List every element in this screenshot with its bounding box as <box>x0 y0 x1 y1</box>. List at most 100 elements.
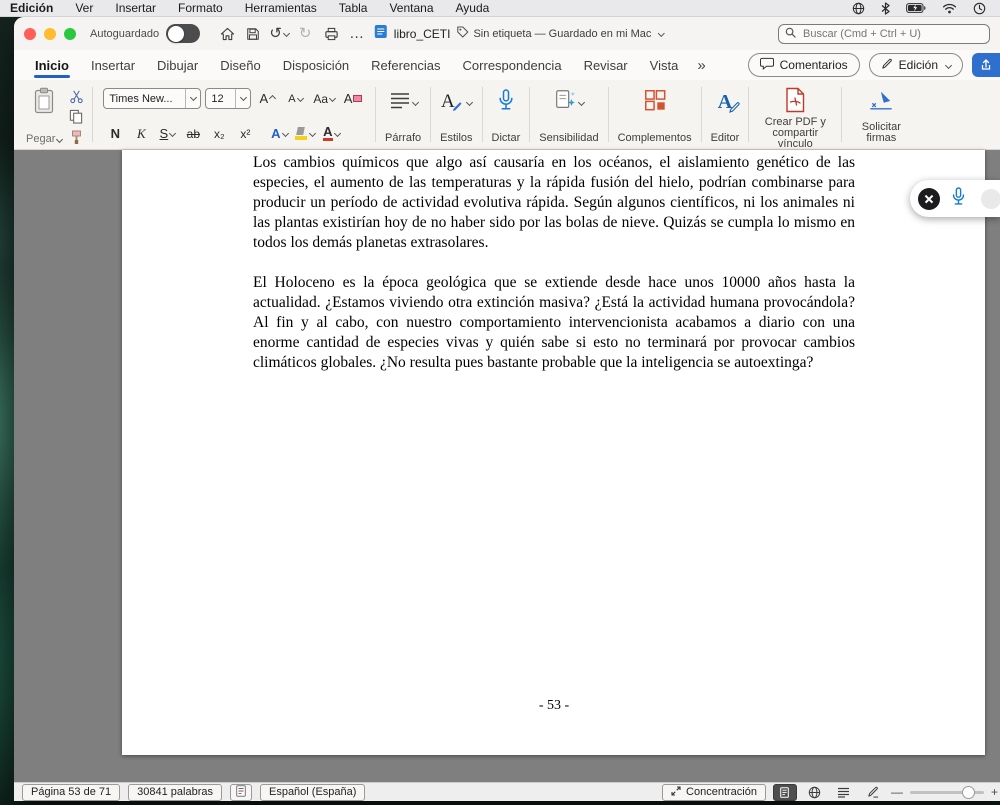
document-status[interactable]: Sin etiqueta — Guardado en mi Mac <box>456 26 665 41</box>
menu-edicion[interactable]: Edición <box>0 1 64 15</box>
menu-ver[interactable]: Ver <box>64 1 104 15</box>
highlight-button[interactable] <box>293 124 317 143</box>
tab-disposicion[interactable]: Disposición <box>272 50 360 80</box>
group-divider <box>841 87 843 142</box>
clock-icon[interactable] <box>973 2 986 15</box>
word-count-chip[interactable]: 30841 palabras <box>128 783 222 801</box>
microphone-icon <box>496 88 516 117</box>
tab-revisar[interactable]: Revisar <box>573 50 639 80</box>
zoom-out-button[interactable]: — <box>891 785 903 799</box>
menu-ventana[interactable]: Ventana <box>378 1 444 15</box>
create-pdf-button[interactable]: Crear PDF y compartir vínculo <box>751 80 839 150</box>
shrink-font-button[interactable]: A <box>283 89 307 108</box>
proofing-status-chip[interactable] <box>229 783 252 801</box>
language-chip[interactable]: Español (España) <box>259 783 366 801</box>
underline-button[interactable]: S <box>155 124 179 143</box>
editor-button[interactable]: A Editor <box>704 80 747 149</box>
autosave-toggle[interactable] <box>166 24 201 43</box>
bluetooth-icon[interactable] <box>881 1 890 15</box>
dictation-floating-widget <box>910 180 1000 217</box>
edit-mode-button[interactable]: Edición <box>868 53 963 77</box>
save-icon-button[interactable] <box>240 23 266 45</box>
grow-font-button[interactable]: A <box>255 89 279 108</box>
menu-tabla[interactable]: Tabla <box>328 1 379 15</box>
document-title[interactable]: libro_CETI <box>394 27 451 41</box>
text-effects-glyph: A <box>271 126 281 141</box>
draft-view-button[interactable] <box>833 785 855 800</box>
dictate-button[interactable]: Dictar <box>485 80 528 149</box>
font-name-chevron-icon[interactable] <box>185 89 200 108</box>
font-size-chevron-icon[interactable] <box>235 89 250 108</box>
italic-button[interactable]: K <box>129 124 153 143</box>
font-size-select[interactable]: 12 <box>205 88 252 109</box>
language-globe-icon[interactable] <box>852 2 865 15</box>
tab-diseno[interactable]: Diseño <box>209 50 271 80</box>
paste-button[interactable]: Pegar <box>26 86 64 145</box>
strikethrough-button[interactable]: ab <box>181 124 205 143</box>
home-button[interactable] <box>214 23 240 45</box>
tab-vista[interactable]: Vista <box>639 50 690 80</box>
menu-ayuda[interactable]: Ayuda <box>445 1 501 15</box>
comments-button[interactable]: Comentarios <box>747 53 860 77</box>
wifi-icon[interactable] <box>942 3 957 14</box>
format-painter-button[interactable] <box>66 130 86 145</box>
tab-dibujar[interactable]: Dibujar <box>146 50 209 80</box>
share-button[interactable] <box>972 53 1000 77</box>
addins-button[interactable]: Complementos <box>611 80 699 149</box>
menu-insertar[interactable]: Insertar <box>104 1 167 15</box>
paragraph[interactable]: Los cambios químicos que algo así causar… <box>253 153 855 253</box>
font-name-select[interactable]: Times New... <box>103 88 202 109</box>
paragraph[interactable]: El Holoceno es la época geológica que se… <box>253 273 855 373</box>
copy-button[interactable] <box>66 109 86 125</box>
superscript-button[interactable]: x² <box>233 124 257 143</box>
paragraph-group-button[interactable]: Párrafo <box>378 80 428 149</box>
sensitivity-button[interactable]: Sensibilidad <box>532 80 605 149</box>
minimize-window-button[interactable] <box>44 27 56 40</box>
zoom-in-button[interactable]: + <box>991 785 998 799</box>
bold-button[interactable]: N <box>103 124 127 143</box>
dictation-mic-icon[interactable] <box>950 186 967 212</box>
subscript-button[interactable]: x₂ <box>207 124 231 143</box>
create-pdf-label: Crear PDF y compartir vínculo <box>764 116 826 150</box>
print-button[interactable] <box>318 23 344 45</box>
font-color-button[interactable]: A <box>319 124 343 143</box>
tab-correspondencia[interactable]: Correspondencia <box>452 50 573 80</box>
cut-button[interactable] <box>66 89 86 104</box>
zoom-slider[interactable] <box>909 786 984 799</box>
dictation-close-button[interactable] <box>918 187 940 210</box>
clear-formatting-button[interactable]: A <box>341 89 365 108</box>
editor-icon: A <box>718 91 740 114</box>
styles-group-button[interactable]: A Estilos <box>433 80 479 149</box>
more-commands-button[interactable]: … <box>344 23 370 45</box>
paste-chevron-icon <box>56 135 64 143</box>
change-case-glyph: Aa <box>313 91 329 106</box>
menu-herramientas[interactable]: Herramientas <box>234 1 328 15</box>
focus-mode-button[interactable]: Concentración <box>662 783 766 801</box>
highlight-chevron-icon <box>309 129 317 138</box>
tab-insertar[interactable]: Insertar <box>80 50 146 80</box>
tab-referencias[interactable]: Referencias <box>360 50 451 80</box>
menu-formato[interactable]: Formato <box>167 1 234 15</box>
page-indicator-chip[interactable]: Página 53 de 71 <box>22 783 121 801</box>
redo-icon: ↻ <box>298 25 312 42</box>
battery-icon[interactable] <box>906 3 926 13</box>
close-window-button[interactable] <box>24 27 36 40</box>
tab-overflow-chevron-icon[interactable]: » <box>689 57 713 74</box>
dictation-settings-icon[interactable] <box>981 188 1000 209</box>
search-input[interactable] <box>801 26 983 41</box>
undo-button[interactable]: ↺ <box>266 23 292 45</box>
undo-dropdown-chevron-icon[interactable] <box>282 29 290 38</box>
print-layout-view-button[interactable] <box>772 783 797 801</box>
change-case-button[interactable]: Aa <box>311 89 337 108</box>
search-box[interactable] <box>778 23 990 44</box>
sketch-pen-view-button[interactable] <box>862 785 884 800</box>
document-page[interactable]: Los cambios químicos que algo así causar… <box>122 150 985 755</box>
web-layout-view-button[interactable] <box>804 785 826 800</box>
zoom-slider-knob[interactable] <box>961 786 975 799</box>
tab-inicio[interactable]: Inicio <box>24 50 80 80</box>
text-effects-button[interactable]: A <box>267 124 291 143</box>
redo-button[interactable]: ↻ <box>292 23 318 45</box>
request-signatures-button[interactable]: Solicitar firmas <box>844 80 918 149</box>
document-text[interactable]: Los cambios químicos que algo así causar… <box>253 153 855 393</box>
zoom-window-button[interactable] <box>64 27 76 40</box>
